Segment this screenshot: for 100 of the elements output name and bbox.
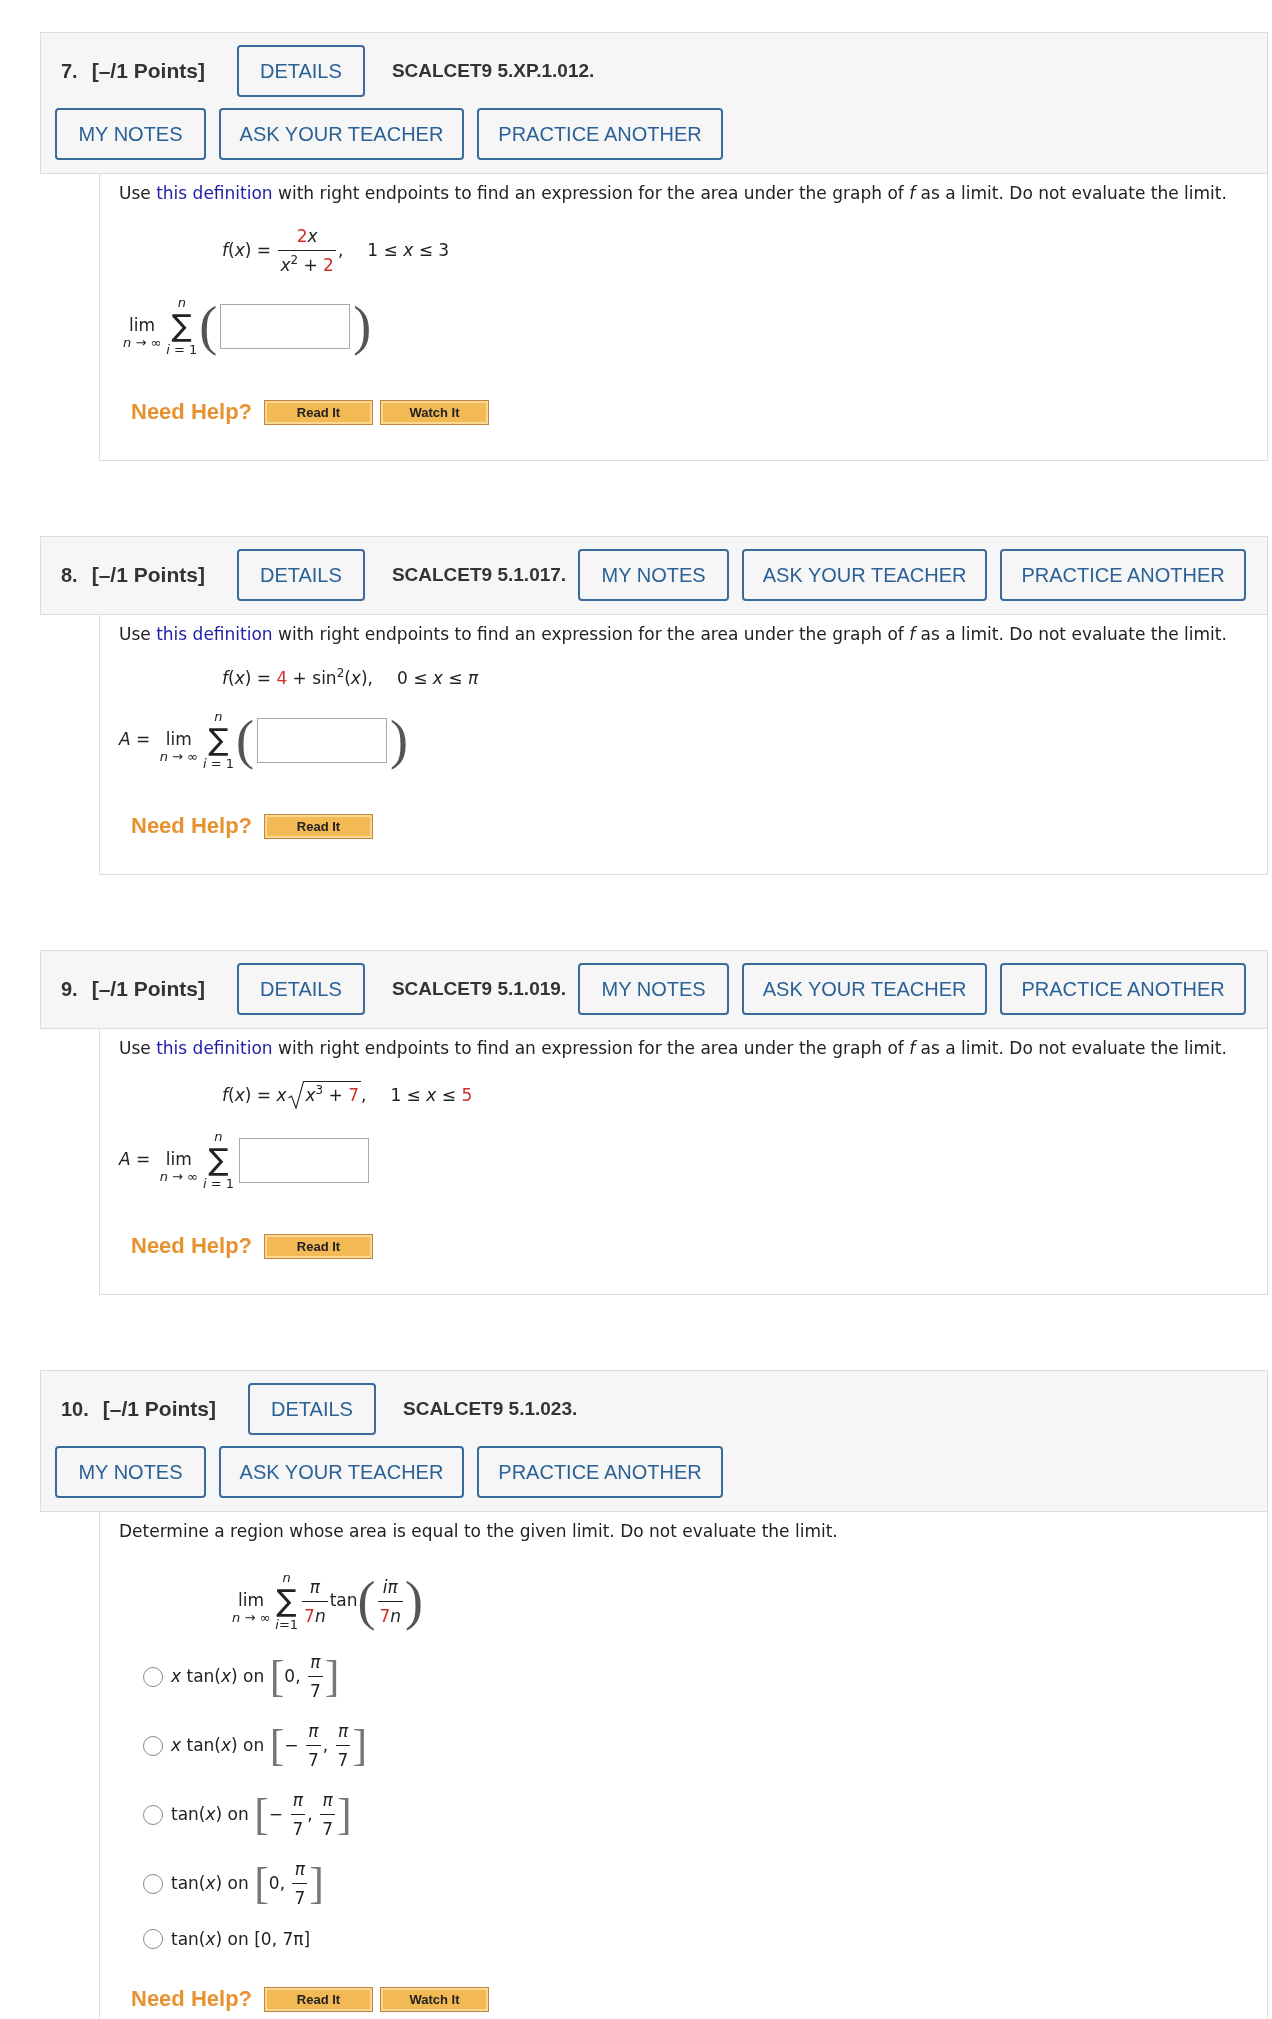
points-label: [–/1 Points] — [91, 977, 205, 1001]
answer-field[interactable] — [257, 717, 387, 763]
read-it-button[interactable]: Read It — [264, 1986, 374, 2012]
limit-operator: lim — [129, 315, 156, 335]
summation-sign: ∑ — [171, 310, 192, 342]
choice-text: − — [284, 1734, 300, 1755]
choice-text: tan(x) on [0, 7π] — [171, 1929, 311, 1949]
math-text: f(x) = x — [222, 1085, 287, 1105]
my-notes-button[interactable]: MY NOTES — [578, 549, 730, 601]
points-label: [–/1 Points] — [91, 59, 205, 83]
watch-it-button[interactable]: Watch It — [380, 1986, 490, 2012]
limit-subscript: n → ∞ — [159, 1169, 198, 1185]
math-text: x$^{2}$ + — [280, 255, 319, 275]
right-bracket: ] — [352, 1723, 368, 1768]
problem-code: SCALCET9 5.1.019. — [391, 978, 567, 1000]
math-text: tan — [329, 1590, 358, 1610]
radio-button[interactable] — [143, 1804, 163, 1825]
radio-button[interactable] — [143, 1873, 163, 1894]
sum-lower-limit: i = 1 — [202, 1176, 234, 1191]
definition-link[interactable]: this definition — [156, 1038, 273, 1058]
question-prompt: Use this definition with right endpoints to find an expression for the area under the graph of f as a limit. Do not evaluate the limit. — [119, 182, 1228, 204]
details-button[interactable]: DETAILS — [236, 549, 365, 601]
ask-teacher-button[interactable]: ASK YOUR TEACHER — [219, 108, 464, 160]
choice-text: π — [308, 1721, 319, 1741]
parameter-value: 2 — [296, 226, 308, 246]
limit-subscript: n → ∞ — [123, 335, 162, 351]
summation-sign: ∑ — [208, 724, 229, 756]
my-notes-button[interactable]: MY NOTES — [578, 963, 730, 1015]
choice-text: 7 — [292, 1819, 304, 1839]
question-number: 9. — [61, 977, 78, 1001]
left-bracket: [ — [269, 1723, 285, 1768]
watch-it-button[interactable]: Watch It — [380, 399, 490, 425]
practice-another-button[interactable]: PRACTICE ANOTHER — [1000, 963, 1247, 1015]
limit-operator: lim — [165, 729, 192, 749]
read-it-button[interactable]: Read It — [264, 1233, 374, 1259]
right-bracket: ] — [309, 1861, 324, 1906]
my-notes-button[interactable]: MY NOTES — [55, 108, 206, 160]
sum-upper-limit: n — [282, 1570, 291, 1585]
summation-sign: ∑ — [276, 1585, 297, 1617]
definition-link[interactable]: this definition — [156, 183, 273, 203]
right-bracket: ] — [324, 1654, 340, 1699]
details-button[interactable]: DETAILS — [236, 45, 365, 97]
right-bracket: ] — [336, 1792, 352, 1837]
parameter-value: 5 — [461, 1085, 473, 1105]
answer-field[interactable] — [220, 303, 351, 349]
need-help-label: Need Help? — [131, 812, 253, 840]
math-text: + sin$^{2}$(x), — [291, 668, 373, 688]
math-text: 1 ≤ x ≤ 3 — [367, 239, 450, 260]
math-text: A = — [119, 729, 152, 749]
radio-button[interactable] — [143, 1929, 163, 1949]
points-label: [–/1 Points] — [91, 563, 205, 587]
need-help-label: Need Help? — [131, 398, 253, 426]
limit-operator: lim — [238, 1590, 265, 1610]
ask-teacher-button[interactable]: ASK YOUR TEACHER — [219, 1446, 464, 1498]
choice-text: 7 — [307, 1750, 319, 1770]
answer-field[interactable] — [239, 1137, 369, 1183]
details-button[interactable]: DETAILS — [236, 963, 365, 1015]
ask-teacher-button[interactable]: ASK YOUR TEACHER — [742, 549, 988, 601]
choice-text: π — [322, 1790, 333, 1810]
limit-subscript: n → ∞ — [159, 749, 198, 765]
practice-another-button[interactable]: PRACTICE ANOTHER — [1000, 549, 1247, 601]
problem-code: SCALCET9 5.XP.1.012. — [391, 60, 595, 82]
definition-link[interactable]: this definition — [156, 624, 273, 644]
radio-button[interactable] — [143, 1735, 163, 1756]
problem-code: SCALCET9 5.1.023. — [403, 1398, 578, 1420]
choice-text: 0, — [284, 1665, 302, 1686]
question-number: 8. — [61, 563, 78, 587]
math-text: x — [307, 226, 318, 246]
read-it-button[interactable]: Read It — [264, 399, 374, 425]
sum-lower-limit: i=1 — [275, 1617, 299, 1632]
my-notes-button[interactable]: MY NOTES — [55, 1446, 206, 1498]
need-help-label: Need Help? — [131, 1985, 253, 2013]
choice-text: − — [268, 1803, 285, 1824]
choice-text: 7 — [322, 1819, 333, 1839]
choice-text: 7 — [294, 1888, 306, 1908]
sum-lower-limit: i = 1 — [202, 756, 234, 771]
choice-text: π — [294, 1859, 305, 1879]
limit-subscript: n → ∞ — [232, 1610, 271, 1626]
question-number: 10. — [61, 1397, 89, 1421]
radio-button[interactable] — [143, 1666, 163, 1687]
ask-teacher-button[interactable]: ASK YOUR TEACHER — [742, 963, 988, 1015]
limit-operator: lim — [165, 1149, 192, 1169]
details-button[interactable]: DETAILS — [248, 1383, 376, 1435]
math-text: π — [309, 1576, 320, 1597]
practice-another-button[interactable]: PRACTICE ANOTHER — [477, 1446, 723, 1498]
math-text: iπ — [382, 1576, 398, 1597]
math-text: 0 ≤ x ≤ π — [396, 668, 479, 688]
practice-another-button[interactable]: PRACTICE ANOTHER — [477, 108, 723, 160]
read-it-button[interactable]: Read It — [264, 813, 374, 839]
parameter-value: 7 — [348, 1085, 359, 1105]
sum-lower-limit: i = 1 — [166, 342, 198, 357]
problem-code: SCALCET9 5.1.017. — [391, 564, 567, 586]
choice-text: tan(x) on — [171, 1803, 250, 1824]
choice-text: , — [322, 1734, 330, 1755]
sum-upper-limit: n — [214, 709, 223, 724]
sum-upper-limit: n — [177, 295, 186, 310]
question-prompt: Use this definition with right endpoints to find an expression for the area under the graph of f as a limit. Do not evaluate the limit. — [119, 623, 1228, 645]
math-text: , — [361, 1085, 367, 1105]
question-prompt: Determine a region whose area is equal to the given limit. Do not evaluate the limit. — [119, 1520, 839, 1542]
need-help-label: Need Help? — [131, 1232, 253, 1260]
